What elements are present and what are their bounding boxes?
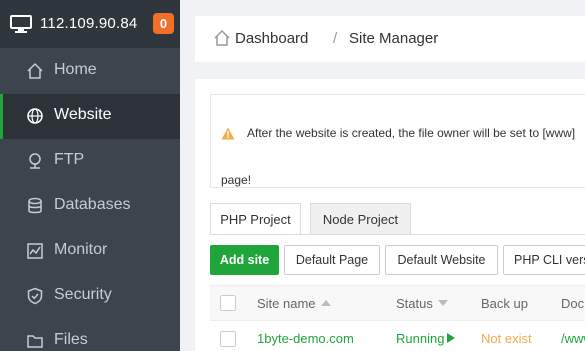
column-site-name[interactable]: Site name xyxy=(257,296,331,311)
notification-badge[interactable]: 0 xyxy=(153,13,174,34)
sidebar-item-label: Home xyxy=(54,61,97,78)
database-icon xyxy=(28,197,42,214)
folder-icon xyxy=(27,335,43,348)
sidebar-item-label: Monitor xyxy=(54,241,108,258)
notice-text-continued: page! xyxy=(221,173,252,187)
select-all-checkbox[interactable] xyxy=(220,295,236,311)
sidebar-item-label: Databases xyxy=(54,196,131,213)
tab-php-project[interactable]: PHP Project xyxy=(210,203,301,235)
breadcrumb-dashboard[interactable]: Dashboard xyxy=(235,30,308,47)
home-icon xyxy=(214,29,230,46)
monitor-chart-icon xyxy=(27,243,43,259)
shield-icon xyxy=(27,287,43,305)
sidebar-item-label: Security xyxy=(54,286,112,303)
warning-icon xyxy=(221,127,235,140)
column-document-root: Doc xyxy=(561,296,585,311)
play-icon xyxy=(447,333,456,343)
notice-box: After the website is created, the file o… xyxy=(210,94,585,188)
breadcrumb-separator: / xyxy=(333,30,338,47)
ftp-icon xyxy=(29,153,41,169)
sidebar: 112.109.90.84 0 Home Website FTP Databas… xyxy=(0,0,180,351)
sidebar-item-ftp[interactable]: FTP xyxy=(0,139,180,184)
tab-divider xyxy=(210,234,585,235)
sidebar-item-monitor[interactable]: Monitor xyxy=(0,229,180,274)
tab-node-project[interactable]: Node Project xyxy=(310,203,411,235)
sidebar-item-label: Website xyxy=(54,106,112,123)
default-page-button[interactable]: Default Page xyxy=(284,245,380,275)
column-status[interactable]: Status xyxy=(396,296,448,311)
sidebar-item-databases[interactable]: Databases xyxy=(0,184,180,229)
php-cli-version-button[interactable]: PHP CLI version xyxy=(503,245,585,275)
globe-icon xyxy=(27,108,43,124)
home-icon xyxy=(27,62,43,79)
table-header: Site name Status Back up Doc xyxy=(210,285,585,321)
server-ip: 112.109.90.84 xyxy=(40,15,138,32)
table-row: 1byte-demo.com Running Not exist /www xyxy=(210,321,585,351)
breadcrumb: Dashboard / Site Manager xyxy=(195,16,585,62)
sidebar-item-label: Files xyxy=(54,331,88,348)
row-checkbox[interactable] xyxy=(220,331,236,347)
notice-text: After the website is created, the file o… xyxy=(247,126,576,140)
site-status[interactable]: Running xyxy=(396,331,456,346)
site-panel: After the website is created, the file o… xyxy=(195,79,585,351)
sidebar-item-security[interactable]: Security xyxy=(0,274,180,319)
add-site-button[interactable]: Add site xyxy=(210,245,279,275)
site-name-link[interactable]: 1byte-demo.com xyxy=(257,331,354,346)
sidebar-item-home[interactable]: Home xyxy=(0,49,180,94)
backup-status[interactable]: Not exist xyxy=(481,331,532,346)
main-content: Dashboard / Site Manager After the websi… xyxy=(180,0,585,351)
sidebar-item-website[interactable]: Website xyxy=(0,94,180,139)
column-backup: Back up xyxy=(481,296,528,311)
default-website-button[interactable]: Default Website xyxy=(385,245,498,275)
document-root-link[interactable]: /www xyxy=(561,331,585,346)
monitor-icon xyxy=(10,15,32,33)
sort-desc-icon xyxy=(437,300,448,306)
sidebar-item-files[interactable]: Files xyxy=(0,319,180,351)
breadcrumb-current: Site Manager xyxy=(349,30,439,47)
server-header: 112.109.90.84 0 xyxy=(0,0,180,48)
sidebar-item-label: FTP xyxy=(54,151,85,168)
sort-asc-icon xyxy=(320,300,331,306)
